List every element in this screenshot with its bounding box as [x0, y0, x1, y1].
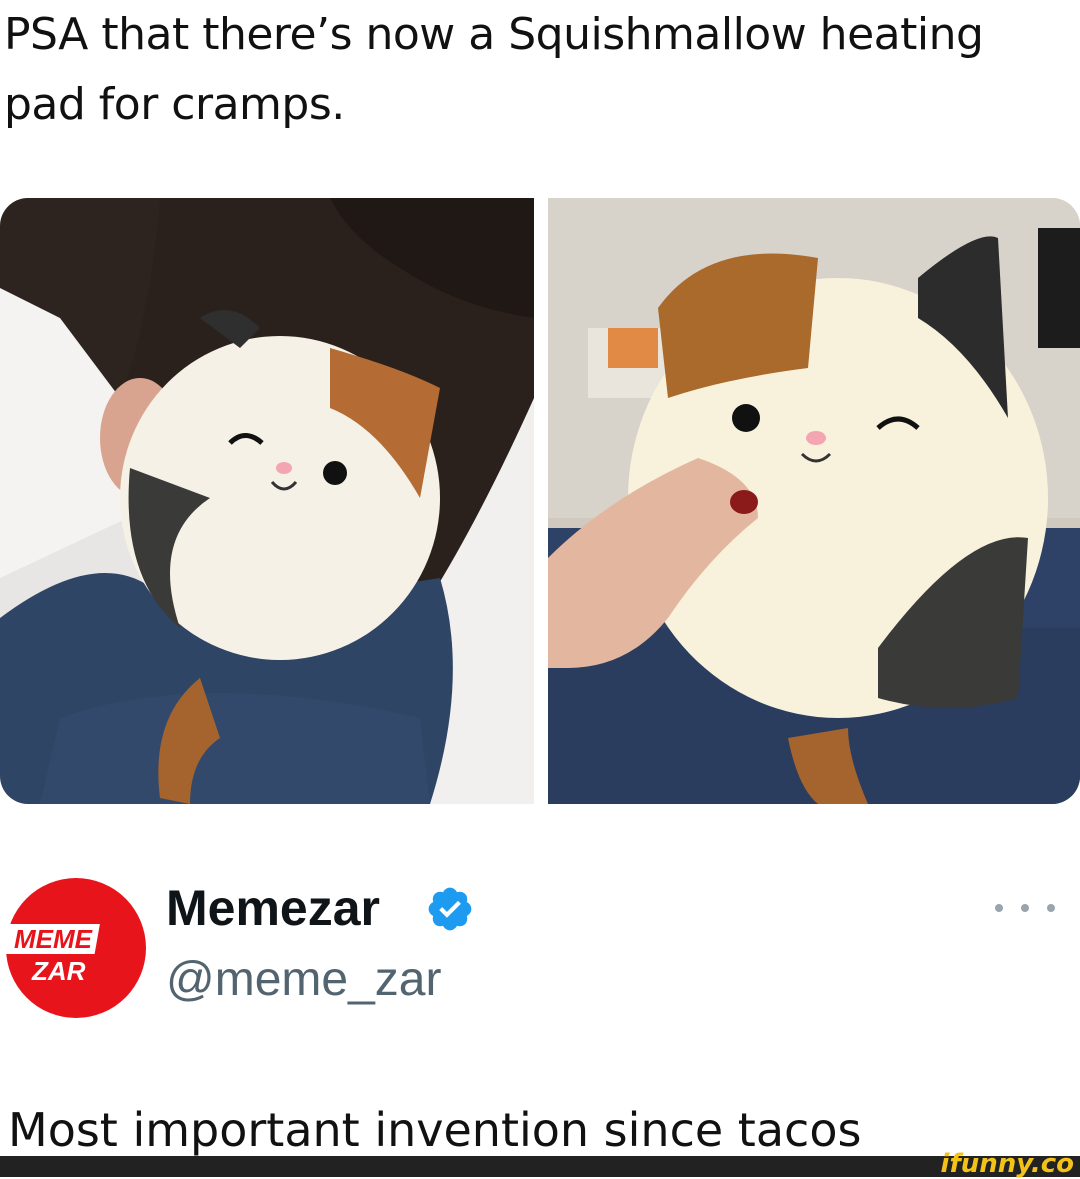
avatar-logo-text-top: MEME — [14, 924, 93, 954]
photo-plush-in-hand — [548, 198, 1080, 804]
watermark: ifunny.co — [940, 1149, 1074, 1179]
more-dot — [995, 904, 1003, 912]
footer-bar — [0, 1156, 1080, 1177]
more-dot — [1047, 904, 1055, 912]
handle[interactable]: @meme_zar — [166, 950, 441, 1010]
more-dot — [1021, 904, 1029, 912]
photo-plush-on-lap — [0, 198, 534, 804]
avatar-logo-text-bottom: ZAR — [31, 956, 86, 986]
display-name[interactable]: Memezar — [166, 878, 380, 938]
verified-badge-icon — [425, 884, 475, 934]
more-options-icon[interactable] — [995, 893, 1055, 923]
avatar[interactable]: MEME ZAR — [6, 878, 146, 1018]
tweet-text: Most important invention since tacos — [8, 1103, 862, 1157]
meme-caption: PSA that there’s now a Squishmallow heat… — [4, 9, 984, 130]
